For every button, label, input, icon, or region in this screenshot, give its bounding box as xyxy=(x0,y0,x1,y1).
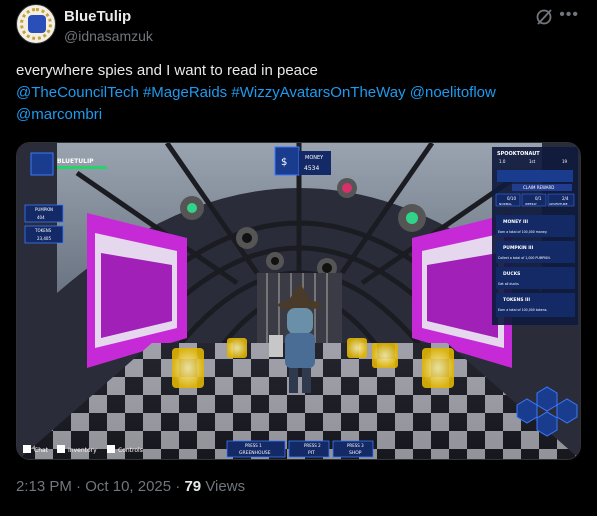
meta-separator: · xyxy=(76,478,86,495)
tweet-body: everywhere spies and I want to read in p… xyxy=(16,62,318,79)
press-3-label: PRESS 3 xyxy=(347,443,364,448)
tab-weekly-count[interactable]: 0/1 xyxy=(535,196,542,201)
quest-desc: Earn a total of 100,000 tokens. xyxy=(498,308,547,312)
tab-adventure-count[interactable]: 2/4 xyxy=(562,196,569,201)
money-bag-icon: $ xyxy=(281,157,287,168)
inv-pumpkin-label: PUMPKIN xyxy=(35,207,53,212)
money-label: MONEY xyxy=(305,155,324,161)
quest-level: 1.0 xyxy=(499,159,506,164)
tweet-meta: 2:13 PM · Oct 10, 2025 · 79 Views xyxy=(16,478,245,495)
quest-title: MONEY III xyxy=(503,219,528,225)
hud-player-name: BLUETULIP xyxy=(57,158,94,165)
bottom-left-keybinds: Chat Inventory Controls xyxy=(23,445,143,454)
shop-button[interactable]: SHOP xyxy=(349,450,362,456)
quest-stat: 19 xyxy=(562,159,568,164)
quest-player-name: SPOOKTONAUT xyxy=(497,151,540,157)
inv-tokens-label: TOKENS xyxy=(34,228,52,233)
hashtag-link[interactable]: #WizzyAvatarsOnTheWay xyxy=(231,84,405,101)
tweet-tags: @TheCouncilTech #MageRaids #WizzyAvatars… xyxy=(16,82,586,104)
keybind-inventory[interactable]: Inventory xyxy=(68,447,97,454)
quest-title: PUMPKIN III xyxy=(503,245,534,251)
avatar[interactable] xyxy=(16,4,56,44)
hashtag-link[interactable]: #MageRaids xyxy=(143,84,227,101)
claim-reward-button[interactable]: CLAIM REWARD xyxy=(523,185,554,190)
user-handle[interactable]: @idnasamzuk xyxy=(64,28,153,44)
tweet-tags-line2: @marcombri xyxy=(16,104,586,126)
press-2-label: PRESS 2 xyxy=(304,443,321,448)
greenhouse-button[interactable]: GREENHOUSE xyxy=(239,450,271,456)
tab-adventure[interactable]: ADVENTURE xyxy=(549,202,568,206)
views-label: Views xyxy=(205,478,246,495)
tab-normal-count[interactable]: 0/10 xyxy=(507,196,516,201)
tab-normal[interactable]: NORMAL xyxy=(499,202,512,206)
money-value: 4534 xyxy=(304,165,319,172)
tweet-text: everywhere spies and I want to read in p… xyxy=(16,60,586,126)
press-1-label: PRESS 1 xyxy=(245,443,262,448)
quest-desc: Get all ducks xyxy=(498,282,519,286)
quest-title: DUCKS xyxy=(503,271,520,277)
quest-rank: 1st xyxy=(529,159,536,164)
display-name[interactable]: BlueTulip xyxy=(64,8,131,25)
tweet-time[interactable]: 2:13 PM xyxy=(16,478,72,495)
mention-link[interactable]: @TheCouncilTech xyxy=(16,84,139,101)
quest-tabs: 0/10 NORMAL 0/1 WEEKLY 2/4 ADVENTURE xyxy=(495,193,575,207)
quest-desc: Collect a total of 1,000 PUMPKIN. xyxy=(498,256,551,260)
tweet-header: BlueTulip @idnasamzuk ••• xyxy=(16,4,581,48)
mention-link[interactable]: @marcombri xyxy=(16,106,102,123)
tab-weekly[interactable]: WEEKLY xyxy=(525,202,537,206)
media-image[interactable]: BLUETULIP $ MONEY 4534 PUMPKIN 404 TOKEN… xyxy=(16,142,581,460)
bottom-center-actions: PRESS 1 GREENHOUSE PRESS 2 PIT PRESS 3 S… xyxy=(226,440,374,458)
quest-desc: Earn a total of 100,000 money. xyxy=(498,230,547,234)
inv-tokens-value: 23,405 xyxy=(37,236,51,241)
grok-icon[interactable] xyxy=(535,8,553,26)
views-count: 79 xyxy=(184,478,202,495)
pit-button[interactable]: PIT xyxy=(308,450,315,456)
mention-link[interactable]: @noelitoflow xyxy=(410,84,496,101)
tweet-date[interactable]: Oct 10, 2025 xyxy=(85,478,171,495)
game-scene: BLUETULIP $ MONEY 4534 PUMPKIN 404 TOKEN… xyxy=(17,143,580,459)
inv-pumpkin-value: 404 xyxy=(37,215,45,220)
more-options-icon[interactable]: ••• xyxy=(559,6,579,24)
avatar-emblem xyxy=(28,15,46,33)
quest-title: TOKENS III xyxy=(503,297,530,303)
keybind-controls[interactable]: Controls xyxy=(118,447,143,454)
keybind-chat[interactable]: Chat xyxy=(34,447,49,454)
